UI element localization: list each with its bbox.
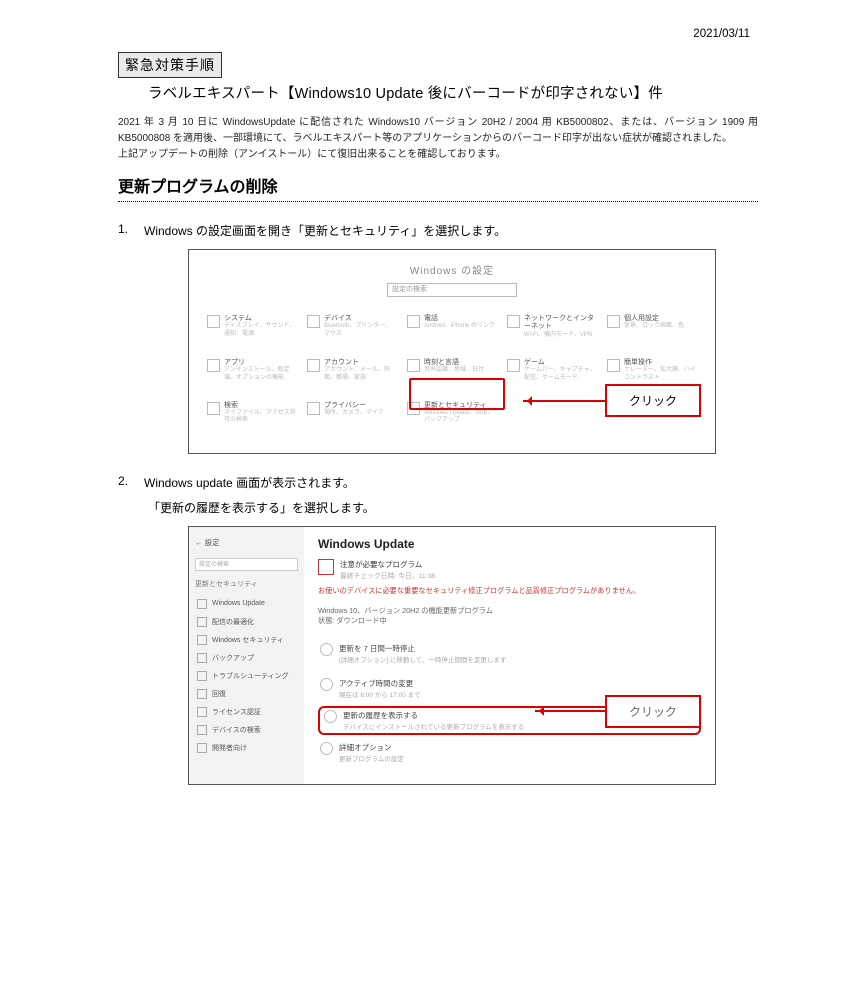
search-icon (207, 402, 220, 415)
wu-last-check: 最終チェック日時: 今日、11:38 (340, 570, 435, 580)
devices-icon (307, 315, 320, 328)
wu-red-info: お使いのデバイスに必要な重要なセキュリティ修正プログラムと品質修正プログラムがあ… (318, 586, 701, 596)
sidebar-item-developers[interactable]: 開発者向け (195, 739, 298, 757)
tile-system[interactable]: システムディスプレイ、サウンド、通知、電源 (207, 315, 297, 339)
key-icon (197, 707, 207, 717)
wu-page-title: Windows Update (318, 537, 701, 551)
location-icon (197, 725, 207, 735)
sidebar-item-activation[interactable]: ライセンス認証 (195, 703, 298, 721)
arrow-icon (535, 710, 605, 712)
settings-search-box[interactable]: 設定の検索 (387, 283, 517, 297)
screenshot-settings: Windows の設定 設定の検索 システムディスプレイ、サウンド、通知、電源 … (188, 249, 716, 454)
step-2-subtext: 「更新の履歴を表示する」を選択します。 (148, 499, 840, 516)
sidebar-item-find-device[interactable]: デバイスの検索 (195, 721, 298, 739)
sidebar-item-backup[interactable]: バックアップ (195, 649, 298, 667)
section-heading: 更新プログラムの削除 (118, 173, 758, 202)
wu-attention-block: 注意が必要なプログラム 最終チェック日時: 今日、11:38 (318, 559, 701, 580)
sync-icon (197, 599, 207, 609)
callout-click-1: クリック (523, 384, 701, 417)
tile-easeofaccess[interactable]: 簡単操作ナレーター、拡大鏡、ハイコントラスト (607, 359, 697, 382)
sidebar-item-security[interactable]: Windows セキュリティ (195, 631, 298, 649)
lock-icon (307, 402, 320, 415)
brush-icon (607, 315, 620, 328)
restore-icon (197, 689, 207, 699)
warning-icon (318, 559, 334, 575)
back-button[interactable]: ← 設定 (195, 537, 298, 548)
accessibility-icon (607, 359, 620, 372)
callout-click-2: クリック (535, 695, 701, 728)
wu-main-panel: Windows Update 注意が必要なプログラム 最終チェック日時: 今日、… (304, 527, 715, 784)
step-2-text: Windows update 画面が表示されます。 (144, 474, 355, 491)
arrow-icon (523, 400, 605, 402)
clock-icon (407, 359, 420, 372)
sidebar-item-troubleshoot[interactable]: トラブルシューティング (195, 667, 298, 685)
backup-icon (197, 653, 207, 663)
shield-icon (197, 635, 207, 645)
tile-phone[interactable]: 電話Android、iPhone のリンク (407, 315, 497, 339)
gear-icon (320, 742, 333, 755)
pause-icon (320, 643, 333, 656)
step-1-text: Windows の設定画面を開き「更新とセキュリティ」を選択します。 (144, 222, 506, 239)
intro-paragraph: 2021 年 3 月 10 日に WindowsUpdate に配信された Wi… (118, 115, 758, 163)
wu-attention-title: 注意が必要なプログラム (340, 559, 435, 570)
step-1-num: 1. (118, 222, 128, 239)
wu-sidebar-section-label: 更新とセキュリティ (195, 579, 298, 589)
code-icon (197, 743, 207, 753)
phone-icon (407, 315, 420, 328)
tile-gaming[interactable]: ゲームゲームバー、キャプチャ、配信、ゲームモード (507, 359, 597, 382)
tile-accounts[interactable]: アカウントアカウント、メール、同期、職場、家族 (307, 359, 397, 382)
sidebar-item-recovery[interactable]: 回復 (195, 685, 298, 703)
tile-apps[interactable]: アプリアンインストール、既定値、オプションの機能 (207, 359, 297, 382)
sidebar-item-windows-update[interactable]: Windows Update (195, 595, 298, 613)
globe-icon (507, 315, 520, 328)
wu-opt-advanced[interactable]: 詳細オプション更新プログラムの設定 (318, 735, 701, 770)
intro-line1: 2021 年 3 月 10 日に WindowsUpdate に配信された Wi… (118, 115, 758, 147)
history-icon (324, 710, 337, 723)
wu-sidebar: ← 設定 設定の検索 更新とセキュリティ Windows Update 配信の最… (189, 527, 304, 784)
tile-search[interactable]: 検索マイファイル、アクセス許可の検索 (207, 402, 297, 425)
delivery-icon (197, 617, 207, 627)
sidebar-item-delivery-opt[interactable]: 配信の最適化 (195, 613, 298, 631)
callout-label-click: クリック (605, 695, 701, 728)
step-2: 2. Windows update 画面が表示されます。 (118, 474, 840, 491)
tile-devices[interactable]: デバイスBluetooth、プリンター、マウス (307, 315, 397, 339)
tile-personalization[interactable]: 個人用設定背景、ロック画面、色 (607, 315, 697, 339)
step-1: 1. Windows の設定画面を開き「更新とセキュリティ」を選択します。 (118, 222, 840, 239)
wu-opt-pause[interactable]: 更新を 7 日間一時停止[詳細オプション] に移動して、一時停止期間を変更します (318, 636, 701, 671)
wrench-icon (197, 671, 207, 681)
step-2-num: 2. (118, 474, 128, 491)
screenshot-windows-update: ← 設定 設定の検索 更新とセキュリティ Windows Update 配信の最… (188, 526, 716, 785)
document-date: 2021/03/11 (18, 28, 840, 40)
page-title: ラベルエキスパート【Windows10 Update 後にバーコードが印字されな… (148, 82, 840, 103)
tile-network[interactable]: ネットワークとインターネットWi-Fi、機内モード、VPN (507, 315, 597, 339)
apps-icon (207, 359, 220, 372)
settings-window-title: Windows の設定 (207, 262, 697, 277)
callout-label-click: クリック (605, 384, 701, 417)
game-icon (507, 359, 520, 372)
intro-line2: 上記アップデートの削除（アンイストール）にて復旧出来ることを確認しております。 (118, 147, 758, 163)
wu-sub-info: Windows 10、バージョン 20H2 の機能更新プログラム 状態: ダウン… (318, 606, 701, 626)
badge-title: 緊急対策手順 (118, 52, 222, 78)
tile-privacy[interactable]: プライバシー場所、カメラ、マイク (307, 402, 397, 425)
monitor-icon (207, 315, 220, 328)
person-icon (307, 359, 320, 372)
highlight-update-security (409, 378, 505, 410)
clock-icon (320, 678, 333, 691)
wu-search-box[interactable]: 設定の検索 (195, 558, 298, 571)
